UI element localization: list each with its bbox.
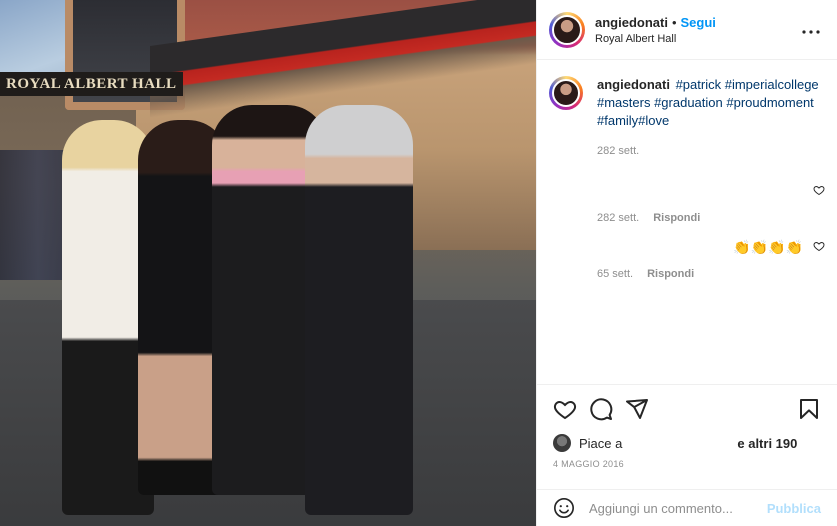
comment-input[interactable] [589,500,767,516]
post-date[interactable]: 4 MAGGIO 2016 [553,459,821,469]
heart-icon[interactable] [553,397,577,421]
caption-body: angiedonati #patrick #imperialcollege #m… [597,76,825,160]
publish-button[interactable]: Pubblica [767,501,821,516]
comment-like-icon[interactable] [813,184,825,196]
comment-bubble-icon[interactable] [589,397,613,421]
photo-person-4 [305,105,413,515]
likes-summary: Piace a e altri 190 [553,433,821,453]
caption-time[interactable]: 282 sett. [597,142,639,160]
add-comment-bar: Pubblica [537,489,837,526]
separator-dot: • [671,14,677,30]
likes-prefix: Piace a [579,435,623,451]
more-options-icon[interactable] [801,19,821,40]
photo-sign: ROYAL ALBERT HALL [0,72,183,96]
comments-list: angiedonati #patrick #imperialcollege #m… [537,60,837,383]
caption: angiedonati #patrick #imperialcollege #m… [549,76,825,160]
comment-time[interactable]: 282 sett. [597,212,639,224]
post-photo[interactable]: ROYAL ALBERT HALL [0,0,536,526]
post-side-panel: angiedonati • Segui Royal Albert Hall an… [536,0,837,526]
post-location[interactable]: Royal Albert Hall [595,33,801,45]
follow-button[interactable]: Segui [681,15,716,30]
paper-plane-icon[interactable] [625,397,649,421]
author-username[interactable]: angiedonati [595,15,668,30]
comment-text: 👏👏👏👏 [733,239,803,255]
caption-avatar[interactable] [549,76,583,110]
instagram-post: ROYAL ALBERT HALL angiedonati • Segui Ro… [0,0,837,526]
comment-item: 👏👏👏👏 65 sett. Rispondi [549,238,825,280]
post-header: angiedonati • Segui Royal Albert Hall [537,0,837,60]
liker-avatar[interactable] [553,434,571,452]
author-avatar[interactable] [549,11,585,48]
reply-button[interactable]: Rispondi [647,268,694,280]
comment-time[interactable]: 65 sett. [597,268,633,280]
bookmark-icon[interactable] [797,397,821,421]
likes-others-link[interactable]: e altri 190 [737,436,797,451]
post-actions: Piace a e altri 190 4 MAGGIO 2016 [537,384,837,489]
caption-username[interactable]: angiedonati [597,77,670,92]
comment-item: 282 sett. Rispondi [549,182,825,224]
comment-text [597,182,825,200]
reply-button[interactable]: Rispondi [653,212,700,224]
comment-like-icon[interactable] [813,240,825,252]
header-text: angiedonati • Segui Royal Albert Hall [595,15,801,45]
smiley-icon[interactable] [553,497,575,519]
action-icons-row [553,395,821,423]
